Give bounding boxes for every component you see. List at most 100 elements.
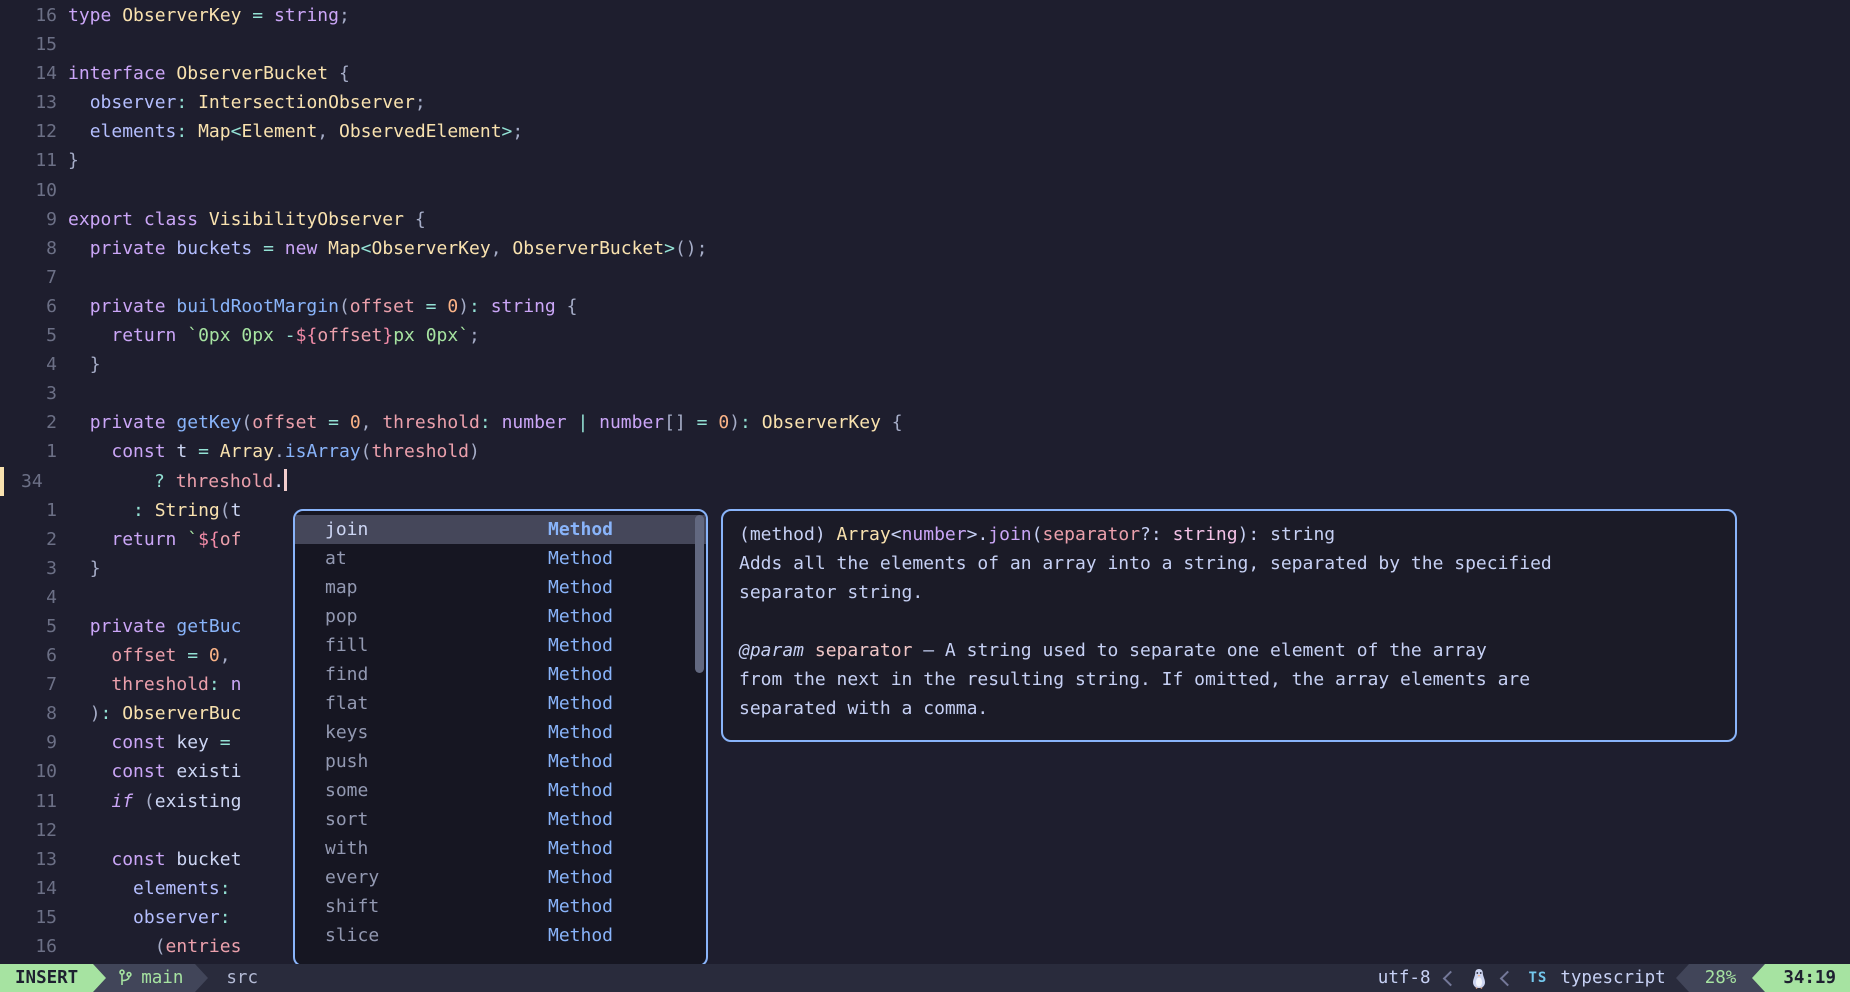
line-number: 11	[0, 146, 57, 175]
code-token: ObserverKey	[762, 412, 881, 433]
code-token: separated with a comma.	[739, 698, 988, 719]
code-line[interactable]: 14 elements: (),	[0, 874, 1850, 903]
code-token	[68, 121, 90, 142]
code-line[interactable]: 13 const bucket	[0, 845, 1850, 874]
code-token: 0	[350, 412, 361, 433]
code-line[interactable]: 15 observer:	[0, 903, 1850, 932]
completion-item-kind: Method	[548, 805, 613, 834]
line-number: 2	[0, 525, 57, 554]
code-token: entries	[166, 936, 242, 957]
code-text: ): ObserverBuc	[68, 699, 241, 728]
line-number: 14	[0, 59, 57, 88]
code-token: (	[339, 296, 350, 317]
code-token: {	[556, 296, 578, 317]
completion-item-label: pop	[325, 606, 358, 627]
code-line[interactable]: 6 private buildRootMargin(offset = 0): s…	[0, 292, 1850, 321]
code-token	[68, 325, 111, 346]
completion-item[interactable]: fillMethod	[295, 631, 706, 660]
completion-item-kind: Method	[548, 631, 613, 660]
code-text: observer: IntersectionObserver;	[68, 88, 426, 117]
completion-item-kind: Method	[548, 573, 613, 602]
code-token	[480, 296, 491, 317]
code-token: offset	[252, 412, 317, 433]
code-token	[68, 674, 111, 695]
code-line[interactable]: 2 private getKey(offset = 0, threshold: …	[0, 408, 1850, 437]
code-line[interactable]: 12 elements: Map<Element, ObservedElemen…	[0, 117, 1850, 146]
neovim-window: 16type ObserverKey = string;1514 interfac…	[0, 0, 1850, 992]
completion-item[interactable]: keysMethod	[295, 718, 706, 747]
code-token: offset	[111, 645, 176, 666]
code-token	[166, 63, 177, 84]
line-number: 3	[0, 554, 57, 583]
line-number: 10	[0, 757, 57, 786]
code-token: 0	[447, 296, 458, 317]
code-line[interactable]: 1 const t = Array.isArray(threshold)	[0, 437, 1850, 466]
code-token: <	[231, 121, 242, 142]
code-token: from the next in the resulting string. I…	[739, 669, 1530, 690]
code-line[interactable]: 3	[0, 379, 1850, 408]
doc-line: separated with a comma.	[739, 694, 1719, 723]
code-token: const	[111, 732, 165, 753]
code-token: t	[231, 500, 242, 521]
code-line[interactable]: 12	[0, 816, 1850, 845]
code-token: ${	[296, 325, 318, 346]
code-token: ;	[339, 5, 350, 26]
completion-item[interactable]: atMethod	[295, 544, 706, 573]
code-text: ? threshold.	[89, 467, 287, 496]
popup-scrollbar[interactable]	[695, 515, 704, 673]
code-line[interactable]: 13 observer: IntersectionObserver;	[0, 88, 1850, 117]
code-token: }	[382, 325, 393, 346]
powerline-separator-icon	[195, 964, 208, 992]
completion-item[interactable]: shiftMethod	[295, 892, 706, 921]
chevron-left-icon	[1500, 970, 1516, 986]
completion-item-label: push	[325, 751, 368, 772]
code-line[interactable]: 8 private buckets = new Map<ObserverKey,…	[0, 234, 1850, 263]
code-token	[89, 471, 154, 492]
line-number: 16	[0, 932, 57, 961]
code-token: number	[502, 412, 567, 433]
code-line[interactable]: 11}	[0, 146, 1850, 175]
code-line[interactable]: 16type ObserverKey = string;	[0, 1, 1850, 30]
code-line[interactable]: 7	[0, 263, 1850, 292]
completion-item[interactable]: someMethod	[295, 776, 706, 805]
code-token: |	[567, 412, 600, 433]
code-token: number	[902, 524, 967, 545]
code-line[interactable]: 10	[0, 176, 1850, 205]
completion-item-label: join	[325, 519, 368, 540]
code-line[interactable]: 5 return `0px 0px -${offset}px 0px`;	[0, 321, 1850, 350]
completion-item[interactable]: joinMethod	[295, 515, 706, 544]
code-token: const	[111, 849, 165, 870]
completion-item[interactable]: popMethod	[295, 602, 706, 631]
git-branch[interactable]: main	[106, 964, 195, 992]
cursorline-marker	[0, 467, 4, 496]
completion-item[interactable]: withMethod	[295, 834, 706, 863]
code-line[interactable]: 14 interface ObserverBucket {	[0, 59, 1850, 88]
code-token: (	[155, 936, 166, 957]
code-text: export class VisibilityObserver {	[68, 205, 426, 234]
code-token: separator string.	[739, 582, 923, 603]
completion-item[interactable]: findMethod	[295, 660, 706, 689]
code-text: interface ObserverBucket {	[68, 59, 350, 88]
code-token: >.	[967, 524, 989, 545]
completion-item[interactable]: everyMethod	[295, 863, 706, 892]
code-token: ): string	[1238, 524, 1336, 545]
code-line[interactable]: 9export class VisibilityObserver {	[0, 205, 1850, 234]
completion-item[interactable]: flatMethod	[295, 689, 706, 718]
code-token	[68, 558, 90, 579]
code-line[interactable]: 34 ? threshold.	[0, 467, 1850, 496]
code-editor[interactable]: 16type ObserverKey = string;1514 interfac…	[0, 1, 1850, 961]
code-token: `	[187, 529, 198, 550]
code-line[interactable]: 10 const existi	[0, 757, 1850, 786]
completion-item[interactable]: sliceMethod	[295, 921, 706, 950]
code-line[interactable]: 11 if (existing	[0, 787, 1850, 816]
completion-item[interactable]: mapMethod	[295, 573, 706, 602]
code-line[interactable]: 4 }	[0, 350, 1850, 379]
code-token: ObserverBuc	[122, 703, 241, 724]
code-line[interactable]: 16 (entries	[0, 932, 1850, 961]
completion-item[interactable]: pushMethod	[295, 747, 706, 776]
working-directory[interactable]: src	[226, 968, 258, 988]
statusline-middle: src utf-8 TS typescript	[208, 964, 1675, 992]
code-text: const key =	[68, 728, 241, 757]
completion-item[interactable]: sortMethod	[295, 805, 706, 834]
code-line[interactable]: 15	[0, 30, 1850, 59]
